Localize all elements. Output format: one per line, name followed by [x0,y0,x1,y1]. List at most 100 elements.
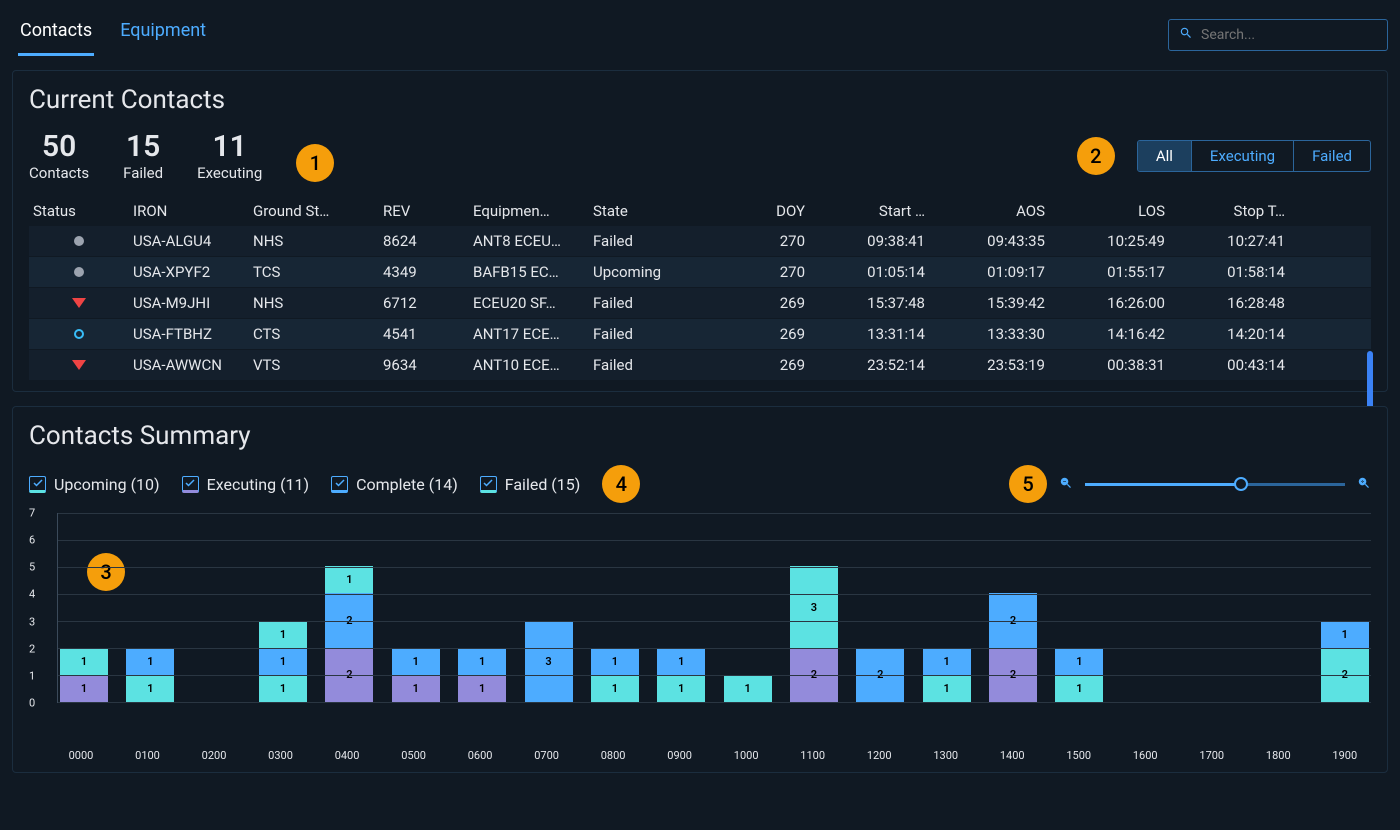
stat-contacts: 50 Contacts [29,129,89,182]
y-tick: 2 [29,642,35,655]
search-input-wrapper[interactable] [1168,19,1388,51]
bar-segment: 1 [1055,675,1103,702]
zoom-in-icon[interactable] [1357,475,1371,494]
x-tick: 0300 [257,749,305,762]
off-icon [74,267,84,277]
bar-column[interactable]: 221 [325,566,373,702]
x-tick: 1400 [988,749,1036,762]
bar-segment: 1 [392,648,440,675]
zoom-out-icon[interactable] [1059,475,1073,494]
stat-failed-label: Failed [123,164,163,182]
bar-column[interactable]: 21 [1321,621,1369,702]
legend-complete-label: Complete (14) [356,475,458,494]
filter-failed[interactable]: Failed [1293,141,1370,171]
checkbox-upcoming[interactable] [29,476,46,493]
search-input[interactable] [1201,27,1377,43]
x-tick: 0200 [190,749,238,762]
y-tick: 3 [29,615,35,628]
bar-segment: 1 [259,648,307,675]
col-state[interactable]: State [593,202,703,220]
col-aos[interactable]: AOS [933,202,1053,220]
col-rev[interactable]: REV [383,202,473,220]
cell-state: Failed [593,325,703,343]
col-ground[interactable]: Ground St… [253,202,383,220]
stat-executing-num: 11 [197,129,262,164]
col-start[interactable]: Start … [813,202,933,220]
cell-aos: 23:53:19 [933,356,1053,374]
table-row[interactable]: USA-AWWCNVTS9634ANT10 ECE…Failed26923:52… [29,350,1371,380]
stat-executing-label: Executing [197,164,262,182]
checkbox-complete[interactable] [331,476,348,493]
table-row[interactable]: USA-ALGU4NHS8624ANT8 ECEU…Failed27009:38… [29,226,1371,256]
cell-ground: TCS [253,263,383,281]
tab-contacts[interactable]: Contacts [18,14,94,56]
cell-ground: NHS [253,232,383,250]
col-stop[interactable]: Stop T… [1173,202,1293,220]
cell-state: Failed [593,356,703,374]
bar-column[interactable]: 1 [724,675,772,702]
x-tick: 1600 [1121,749,1169,762]
x-tick: 1000 [722,749,770,762]
cell-ground: VTS [253,356,383,374]
checkbox-failed[interactable] [480,476,497,493]
bar-segment: 1 [1055,648,1103,675]
bar-segment: 1 [126,675,174,702]
bar-segment: 3 [790,566,838,647]
cell-start: 15:37:48 [813,294,933,312]
cell-los: 01:55:17 [1053,263,1173,281]
tab-equipment[interactable]: Equipment [118,14,208,56]
bar-segment: 1 [259,621,307,648]
legend-executing-label: Executing (11) [207,475,310,494]
bar-segment: 1 [126,648,174,675]
cell-start: 09:38:41 [813,232,933,250]
col-status[interactable]: Status [33,202,133,220]
table-row[interactable]: USA-FTBHZCTS4541ANT17 ECE…Failed26913:31… [29,319,1371,349]
cell-aos: 01:09:17 [933,263,1053,281]
bar-segment: 1 [923,675,971,702]
standby-icon [74,329,84,339]
x-tick: 1300 [922,749,970,762]
table-scrollbar-thumb[interactable] [1367,351,1373,411]
bar-segment: 1 [657,675,705,702]
annotation-badge-5: 5 [1009,465,1047,503]
bar-segment: 1 [923,648,971,675]
cell-start: 23:52:14 [813,356,933,374]
checkbox-executing[interactable] [182,476,199,493]
cell-doy: 269 [703,356,813,374]
stat-failed: 15 Failed [123,129,163,182]
stat-contacts-num: 50 [29,129,89,164]
annotation-badge-1: 1 [296,144,334,182]
col-iron[interactable]: IRON [133,202,253,220]
legend-executing[interactable]: Executing (11) [182,475,310,494]
bar-column[interactable]: 23 [790,566,838,702]
col-los[interactable]: LOS [1053,202,1173,220]
current-contacts-panel: Current Contacts 50 Contacts 15 Failed 1… [12,70,1388,392]
col-doy[interactable]: DOY [703,202,813,220]
cell-stop: 14:20:14 [1173,325,1293,343]
legend-complete[interactable]: Complete (14) [331,475,458,494]
cell-stop: 10:27:41 [1173,232,1293,250]
filter-executing[interactable]: Executing [1191,141,1293,171]
bar-segment: 1 [60,648,108,675]
x-tick: 1100 [789,749,837,762]
cell-rev: 6712 [383,294,473,312]
cell-stop: 01:58:14 [1173,263,1293,281]
filter-all[interactable]: All [1138,141,1191,171]
cell-ground: NHS [253,294,383,312]
col-equipment[interactable]: Equipmen… [473,202,593,220]
bar-column[interactable]: 3 [525,621,573,702]
x-tick: 0700 [523,749,571,762]
bar-column[interactable]: 111 [259,621,307,702]
table-row[interactable]: USA-XPYF2TCS4349BAFB15 EC…Upcoming27001:… [29,257,1371,287]
bar-segment: 1 [1321,621,1369,648]
x-tick: 1200 [855,749,903,762]
critical-icon [72,298,86,308]
table-row[interactable]: USA-M9JHINHS6712ECEU20 SF…Failed26915:37… [29,288,1371,318]
state-filter-group: All Executing Failed [1137,140,1371,172]
legend-upcoming[interactable]: Upcoming (10) [29,475,160,494]
zoom-slider[interactable] [1085,483,1345,486]
cell-doy: 270 [703,263,813,281]
cell-stop: 00:43:14 [1173,356,1293,374]
zoom-slider-thumb[interactable] [1234,477,1248,491]
legend-failed[interactable]: Failed (15) [480,475,581,494]
